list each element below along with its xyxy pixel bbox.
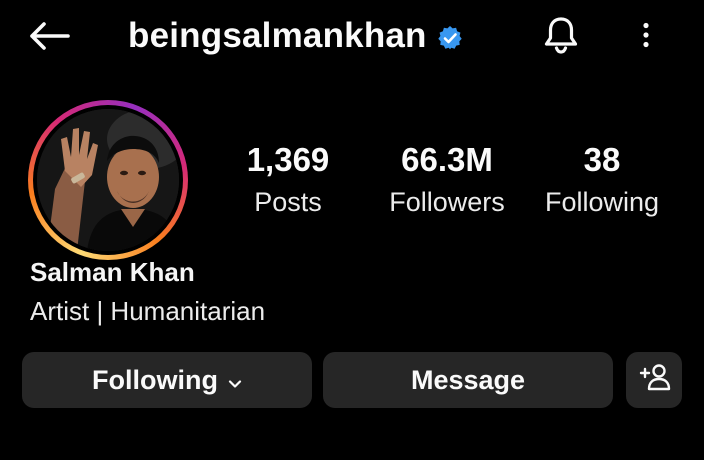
back-arrow-icon [28, 21, 70, 56]
stat-label: Posts [254, 187, 322, 217]
stat-posts[interactable]: 1,369 Posts [234, 140, 342, 220]
suggested-accounts-button[interactable] [626, 352, 682, 408]
message-button-label: Message [410, 364, 526, 395]
profile-display-name: Salman Khan [30, 257, 195, 287]
notifications-button[interactable] [538, 16, 584, 58]
top-bar: beingsalmankhan [0, 0, 704, 72]
following-button[interactable]: Following [22, 352, 312, 408]
username-title: beingsalmankhan [128, 16, 427, 55]
following-button-label: Following [92, 364, 218, 395]
profile-stats: 1,369 Posts 66.3M Followers 38 Following [230, 140, 680, 230]
chevron-down-icon [228, 365, 242, 396]
back-button[interactable] [26, 20, 72, 56]
profile-username-header: beingsalmankhan [128, 12, 463, 60]
stat-value: 38 [583, 141, 621, 178]
stat-following[interactable]: 38 Following [540, 140, 664, 220]
stat-label: Followers [389, 187, 505, 217]
more-vertical-icon [642, 22, 650, 53]
stat-value: 1,369 [246, 141, 330, 178]
stat-followers[interactable]: 66.3M Followers [382, 140, 512, 220]
message-button[interactable]: Message [323, 352, 613, 408]
profile-avatar-story-ring[interactable] [28, 100, 188, 260]
profile-bio: Artist | Humanitarian [30, 296, 266, 326]
avatar [37, 109, 179, 251]
stat-value: 66.3M [401, 141, 493, 178]
more-options-button[interactable] [630, 16, 662, 58]
add-person-icon [637, 362, 671, 399]
stat-label: Following [544, 187, 660, 217]
verified-badge-icon [437, 25, 463, 51]
bell-icon [542, 15, 580, 60]
